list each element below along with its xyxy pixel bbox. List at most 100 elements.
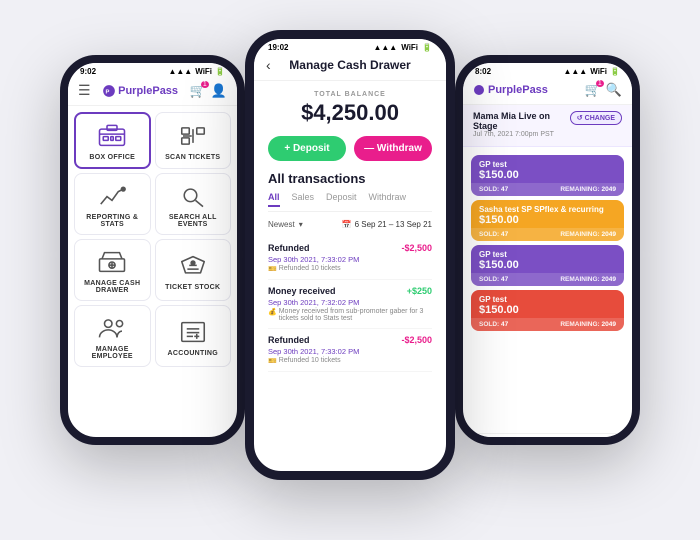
ticket-1-price: $150.00 bbox=[479, 169, 616, 181]
ticket-2-sold: SOLD: 47 bbox=[479, 231, 508, 238]
ticket-card-1[interactable]: GP test $150.00 SOLD: 47 REMAINING: 2049 bbox=[471, 155, 624, 196]
tab-deposit[interactable]: Deposit bbox=[326, 192, 357, 207]
transaction-3-name: Refunded bbox=[268, 335, 310, 345]
cash-drawer-label: MANAGE CASH DRAWER bbox=[79, 280, 146, 294]
profile-icon[interactable]: 👤 bbox=[211, 83, 227, 99]
right-logo-text: PurplePass bbox=[488, 84, 548, 96]
ticket-stock-label: TICKET STOCK bbox=[165, 284, 220, 291]
reporting-icon bbox=[96, 182, 128, 210]
right-status-icons: ▲▲▲WiFi🔋 bbox=[563, 67, 620, 76]
tab-all[interactable]: All bbox=[268, 192, 280, 207]
menu-item-ticket-stock[interactable]: TICKET STOCK bbox=[155, 239, 232, 301]
transaction-2-amount: +$250 bbox=[407, 286, 432, 296]
transaction-item-1: Refunded -$2,500 Sep 30th 2021, 7:33:02 … bbox=[268, 237, 432, 280]
manage-employee-label: MANAGE EMPLOYEE bbox=[79, 346, 146, 360]
transaction-2-date: Sep 30th 2021, 7:32:02 PM bbox=[268, 298, 432, 307]
middle-top-nav: ‹ Manage Cash Drawer bbox=[254, 54, 446, 81]
ticket-card-3[interactable]: GP test $150.00 SOLD: 47 REMAINING: 2049 bbox=[471, 245, 624, 286]
middle-time: 19:02 bbox=[268, 43, 288, 52]
phones-container: 9:02 ▲▲▲ WiFi 🔋 ☰ P PurplePass 🛒1 👤 bbox=[0, 0, 700, 540]
ticket-card-2[interactable]: Sasha test SP SPflex & recurring $150.00… bbox=[471, 200, 624, 241]
left-header-actions: 🛒1 👤 bbox=[190, 83, 227, 99]
ticket-stock-icon bbox=[177, 252, 209, 280]
tab-withdraw[interactable]: Withdraw bbox=[369, 192, 407, 207]
phone-middle: 19:02 ▲▲▲WiFi🔋 ‹ Manage Cash Drawer TOTA… bbox=[245, 30, 455, 480]
ticket-4-sold: SOLD: 47 bbox=[479, 321, 508, 328]
ticket-3-sold: SOLD: 47 bbox=[479, 276, 508, 283]
ticket-1-name: GP test bbox=[479, 160, 616, 169]
transaction-3-date: Sep 30th 2021, 7:33:02 PM bbox=[268, 347, 432, 356]
ticket-card-4[interactable]: GP test $150.00 SOLD: 47 REMAINING: 2049 bbox=[471, 290, 624, 331]
left-time: 9:02 bbox=[80, 67, 96, 76]
menu-item-accounting[interactable]: ACCOUNTING bbox=[155, 305, 232, 367]
transaction-1-name: Refunded bbox=[268, 243, 310, 253]
event-title: Mama Mia Live on Stage bbox=[473, 111, 570, 131]
transaction-1-amount: -$2,500 bbox=[401, 243, 432, 253]
cash-drawer-icon bbox=[96, 248, 128, 276]
reporting-label: REPORTING & STATS bbox=[79, 214, 146, 228]
event-date: Jul 7th, 2021 7:00pm PST bbox=[473, 131, 570, 138]
transaction-item-2: Money received +$250 Sep 30th 2021, 7:32… bbox=[268, 280, 432, 329]
accounting-icon bbox=[177, 318, 209, 346]
right-time: 8:02 bbox=[475, 67, 491, 76]
menu-item-cash-drawer[interactable]: MANAGE CASH DRAWER bbox=[74, 239, 151, 301]
sort-selector[interactable]: Newest ▾ bbox=[268, 220, 303, 229]
ticket-3-name: GP test bbox=[479, 250, 616, 259]
tab-sales[interactable]: Sales bbox=[292, 192, 315, 207]
balance-section: TOTAL BALANCE $4,250.00 bbox=[254, 81, 446, 136]
menu-item-manage-employee[interactable]: MANAGE EMPLOYEE bbox=[74, 305, 151, 367]
ticket-1-sold: SOLD: 47 bbox=[479, 186, 508, 193]
left-logo-text: PurplePass bbox=[118, 85, 178, 97]
right-header: PurplePass 🛒1 🔍 bbox=[463, 78, 632, 105]
right-bottom-bar: Total: $375.00 CHECKOUT bbox=[463, 433, 632, 445]
tickets-list: GP test $150.00 SOLD: 47 REMAINING: 2049… bbox=[463, 147, 632, 434]
svg-text:P: P bbox=[106, 89, 110, 95]
transaction-3-desc: Refunded 10 tickets bbox=[279, 357, 341, 364]
ticket-4-remaining: REMAINING: 2049 bbox=[560, 321, 616, 328]
ticket-3-remaining: REMAINING: 2049 bbox=[560, 276, 616, 283]
menu-item-reporting[interactable]: REPORTING & STATS bbox=[74, 173, 151, 235]
withdraw-button[interactable]: — Withdraw bbox=[354, 136, 432, 161]
search-events-label: SEARCH ALL EVENTS bbox=[160, 214, 227, 228]
transactions-title: All transactions bbox=[268, 171, 432, 186]
middle-status-icons: ▲▲▲WiFi🔋 bbox=[373, 43, 432, 52]
action-buttons: + Deposit — Withdraw bbox=[254, 136, 446, 171]
right-search-icon[interactable]: 🔍 bbox=[606, 82, 622, 98]
right-cart-icon[interactable]: 🛒1 bbox=[585, 82, 601, 98]
hamburger-icon[interactable]: ☰ bbox=[78, 82, 91, 99]
transaction-3-amount: -$2,500 bbox=[401, 335, 432, 345]
phone-right: 8:02 ▲▲▲WiFi🔋 PurplePass 🛒1 🔍 Mama Mia L… bbox=[455, 55, 640, 445]
ticket-1-remaining: REMAINING: 2049 bbox=[560, 186, 616, 193]
menu-item-search-events[interactable]: SEARCH ALL EVENTS bbox=[155, 173, 232, 235]
transaction-2-name: Money received bbox=[268, 286, 336, 296]
box-office-label: BOX OFFICE bbox=[89, 154, 135, 161]
middle-status-bar: 19:02 ▲▲▲WiFi🔋 bbox=[254, 39, 446, 54]
ticket-2-name: Sasha test SP SPflex & recurring bbox=[479, 205, 616, 214]
menu-item-box-office[interactable]: BOX OFFICE bbox=[74, 112, 151, 169]
balance-label: TOTAL BALANCE bbox=[268, 91, 432, 98]
balance-amount: $4,250.00 bbox=[268, 100, 432, 126]
transactions-section: All transactions All Sales Deposit Withd… bbox=[254, 171, 446, 372]
change-event-button[interactable]: ↺ CHANGE bbox=[570, 111, 622, 125]
transaction-2-desc: Money received from sub-promoter gaber f… bbox=[279, 308, 432, 322]
right-logo-icon bbox=[473, 84, 485, 96]
transaction-1-desc: Refunded 10 tickets bbox=[279, 265, 341, 272]
date-range[interactable]: 📅 6 Sep 21 – 13 Sep 21 bbox=[342, 220, 432, 229]
ticket-3-price: $150.00 bbox=[479, 259, 616, 271]
scan-tickets-icon bbox=[177, 122, 209, 150]
right-phone-content: GP test $150.00 SOLD: 47 REMAINING: 2049… bbox=[463, 147, 632, 445]
ticket-2-price: $150.00 bbox=[479, 214, 616, 226]
checkout-button[interactable]: CHECKOUT bbox=[547, 440, 622, 445]
cart-icon[interactable]: 🛒1 bbox=[190, 83, 206, 99]
right-header-actions: 🛒1 🔍 bbox=[585, 82, 622, 98]
back-arrow-icon[interactable]: ‹ bbox=[266, 57, 271, 73]
ticket-4-name: GP test bbox=[479, 295, 616, 304]
filter-tabs: All Sales Deposit Withdraw bbox=[268, 192, 432, 212]
left-header: ☰ P PurplePass 🛒1 👤 bbox=[68, 78, 237, 106]
right-status-bar: 8:02 ▲▲▲WiFi🔋 bbox=[463, 63, 632, 78]
manage-employee-icon bbox=[96, 314, 128, 342]
transaction-1-date: Sep 30th 2021, 7:33:02 PM bbox=[268, 255, 432, 264]
menu-item-scan-tickets[interactable]: SCAN TICKETS bbox=[155, 112, 232, 169]
deposit-button[interactable]: + Deposit bbox=[268, 136, 346, 161]
left-status-icons: ▲▲▲ WiFi 🔋 bbox=[168, 67, 225, 76]
